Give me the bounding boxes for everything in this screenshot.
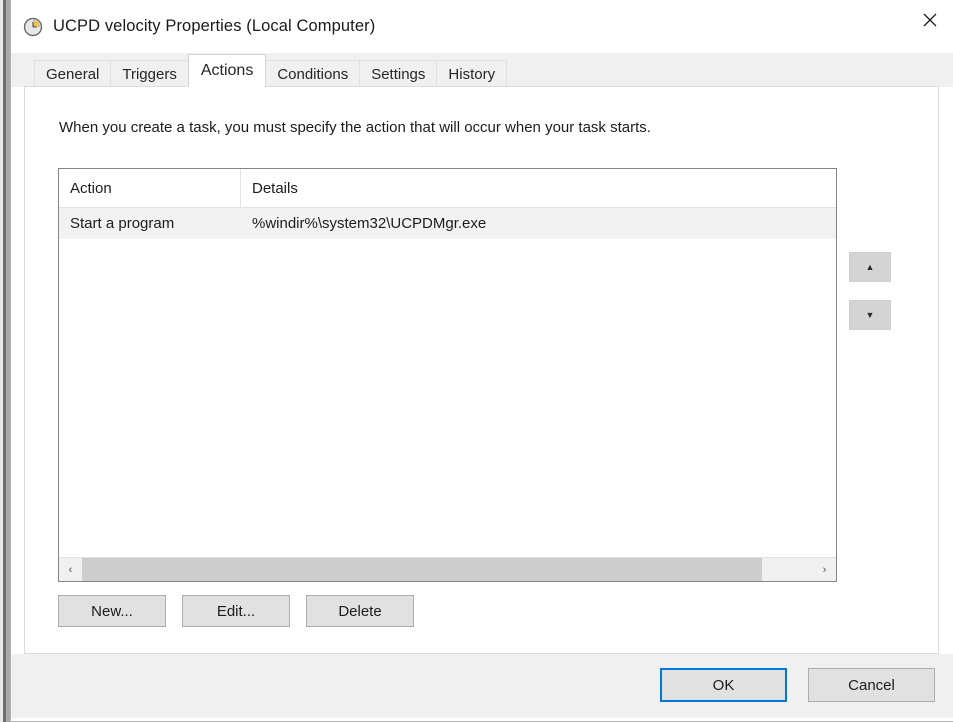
table-row[interactable]: Start a program %windir%\system32\UCPDMg… bbox=[59, 208, 836, 239]
scroll-right-arrow-icon[interactable]: › bbox=[813, 558, 836, 581]
cell-action: Start a program bbox=[70, 215, 175, 232]
arrow-down-icon: ▼ bbox=[865, 309, 875, 320]
dialog-footer: OK Cancel bbox=[11, 654, 953, 718]
column-header-action[interactable]: Action bbox=[59, 169, 241, 207]
close-button[interactable] bbox=[906, 0, 953, 40]
clock-task-icon bbox=[23, 17, 43, 37]
scrollbar-thumb[interactable] bbox=[82, 558, 762, 581]
scrollbar-track[interactable] bbox=[82, 558, 813, 581]
action-button-group: New... Edit... Delete bbox=[58, 595, 430, 627]
tab-strip: General Triggers Actions Conditions Sett… bbox=[11, 53, 953, 87]
tab-conditions[interactable]: Conditions bbox=[265, 60, 361, 87]
tab-settings[interactable]: Settings bbox=[359, 60, 438, 87]
move-up-button[interactable]: ▲ bbox=[849, 252, 891, 282]
tab-general[interactable]: General bbox=[34, 60, 112, 87]
description-text: When you create a task, you must specify… bbox=[59, 119, 651, 136]
tab-triggers[interactable]: Triggers bbox=[110, 60, 189, 87]
list-body: Start a program %windir%\system32\UCPDMg… bbox=[59, 208, 836, 557]
cell-details: %windir%\system32\UCPDMgr.exe bbox=[252, 215, 487, 232]
tab-history[interactable]: History bbox=[436, 60, 508, 87]
scroll-left-arrow-icon[interactable]: ‹ bbox=[59, 558, 82, 581]
new-button[interactable]: New... bbox=[58, 595, 166, 627]
move-down-button[interactable]: ▼ bbox=[849, 300, 891, 330]
list-header-row: Action Details bbox=[59, 169, 836, 208]
tab-content-actions: When you create a task, you must specify… bbox=[24, 86, 939, 654]
horizontal-scrollbar[interactable]: ‹ › bbox=[59, 557, 836, 581]
tab-actions[interactable]: Actions bbox=[187, 54, 267, 87]
ok-button[interactable]: OK bbox=[660, 668, 787, 702]
delete-button[interactable]: Delete bbox=[306, 595, 414, 627]
edit-button[interactable]: Edit... bbox=[182, 595, 290, 627]
background-window-sliver bbox=[0, 0, 10, 722]
title-bar: UCPD velocity Properties (Local Computer… bbox=[11, 0, 953, 53]
arrow-up-icon: ▲ bbox=[865, 261, 875, 272]
actions-list[interactable]: Action Details Start a program %windir%\… bbox=[58, 168, 837, 582]
properties-dialog: UCPD velocity Properties (Local Computer… bbox=[10, 0, 953, 722]
column-header-details[interactable]: Details bbox=[241, 169, 836, 207]
cancel-button[interactable]: Cancel bbox=[808, 668, 935, 702]
window-title: UCPD velocity Properties (Local Computer… bbox=[53, 17, 376, 35]
